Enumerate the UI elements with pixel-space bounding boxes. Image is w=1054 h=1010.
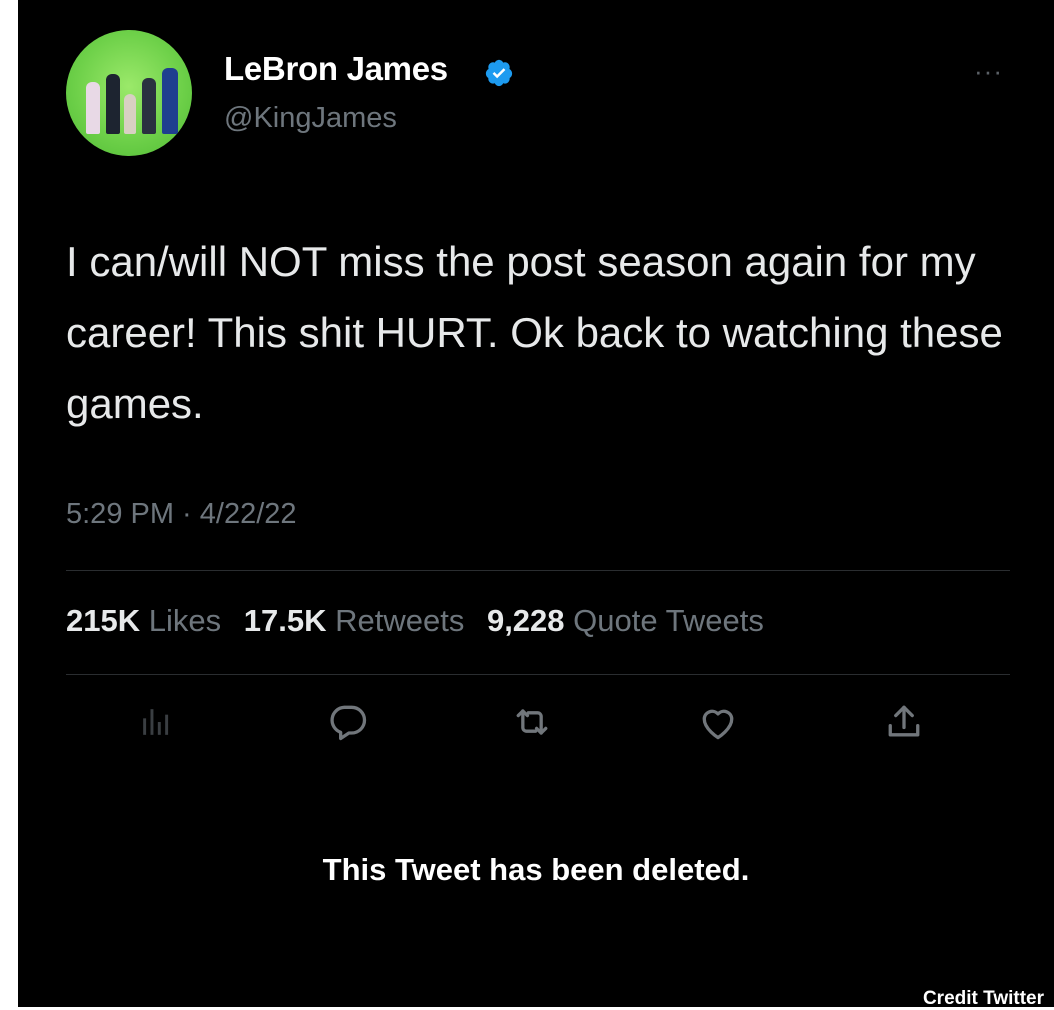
retweets-stat[interactable]: 17.5K Retweets — [244, 603, 465, 638]
avatar-figure — [86, 82, 100, 134]
share-icon — [888, 705, 920, 737]
likes-count: 215K — [66, 603, 141, 638]
retweets-count: 17.5K — [243, 603, 327, 638]
verified-badge-icon — [485, 59, 513, 87]
likes-stat[interactable]: 215K Likes — [66, 603, 221, 638]
tweet-text: I can/will NOT miss the post season agai… — [66, 238, 1003, 427]
display-name[interactable]: LeBron James — [224, 50, 448, 88]
avatar-figure — [162, 68, 178, 134]
likes-label: Likes — [148, 603, 222, 638]
analytics-icon — [143, 709, 169, 735]
reply-button[interactable] — [326, 700, 370, 744]
tweet-card: LeBron James @KingJames ··· I can/will N… — [18, 0, 1054, 1009]
avatar[interactable] — [66, 30, 192, 156]
avatar-figure — [142, 78, 156, 134]
like-icon — [702, 709, 734, 740]
like-button[interactable] — [696, 700, 740, 744]
quote-tweets-stat[interactable]: 9,228 Quote Tweets — [487, 603, 764, 638]
more-options-icon[interactable]: ··· — [974, 56, 1003, 87]
user-handle[interactable]: @KingJames — [224, 102, 397, 135]
divider — [66, 570, 1010, 571]
tweet-timestamp[interactable]: 5:29 PM · 4/22/22 — [66, 498, 297, 531]
quote-tweets-label: Quote Tweets — [573, 603, 764, 638]
retweets-label: Retweets — [335, 603, 465, 638]
share-button[interactable] — [882, 700, 926, 744]
analytics-button[interactable] — [134, 700, 178, 744]
divider — [66, 674, 1010, 675]
retweet-icon — [516, 709, 548, 735]
deleted-notice: This Tweet has been deleted. — [322, 852, 750, 887]
quote-tweets-count: 9,228 — [486, 603, 565, 638]
retweet-button[interactable] — [510, 700, 554, 744]
engagement-stats: 215K Likes 17.5K Retweets 9,228 Quote Tw… — [66, 603, 764, 639]
reply-icon — [330, 705, 367, 741]
avatar-figure — [124, 94, 136, 134]
avatar-figure — [106, 74, 120, 134]
